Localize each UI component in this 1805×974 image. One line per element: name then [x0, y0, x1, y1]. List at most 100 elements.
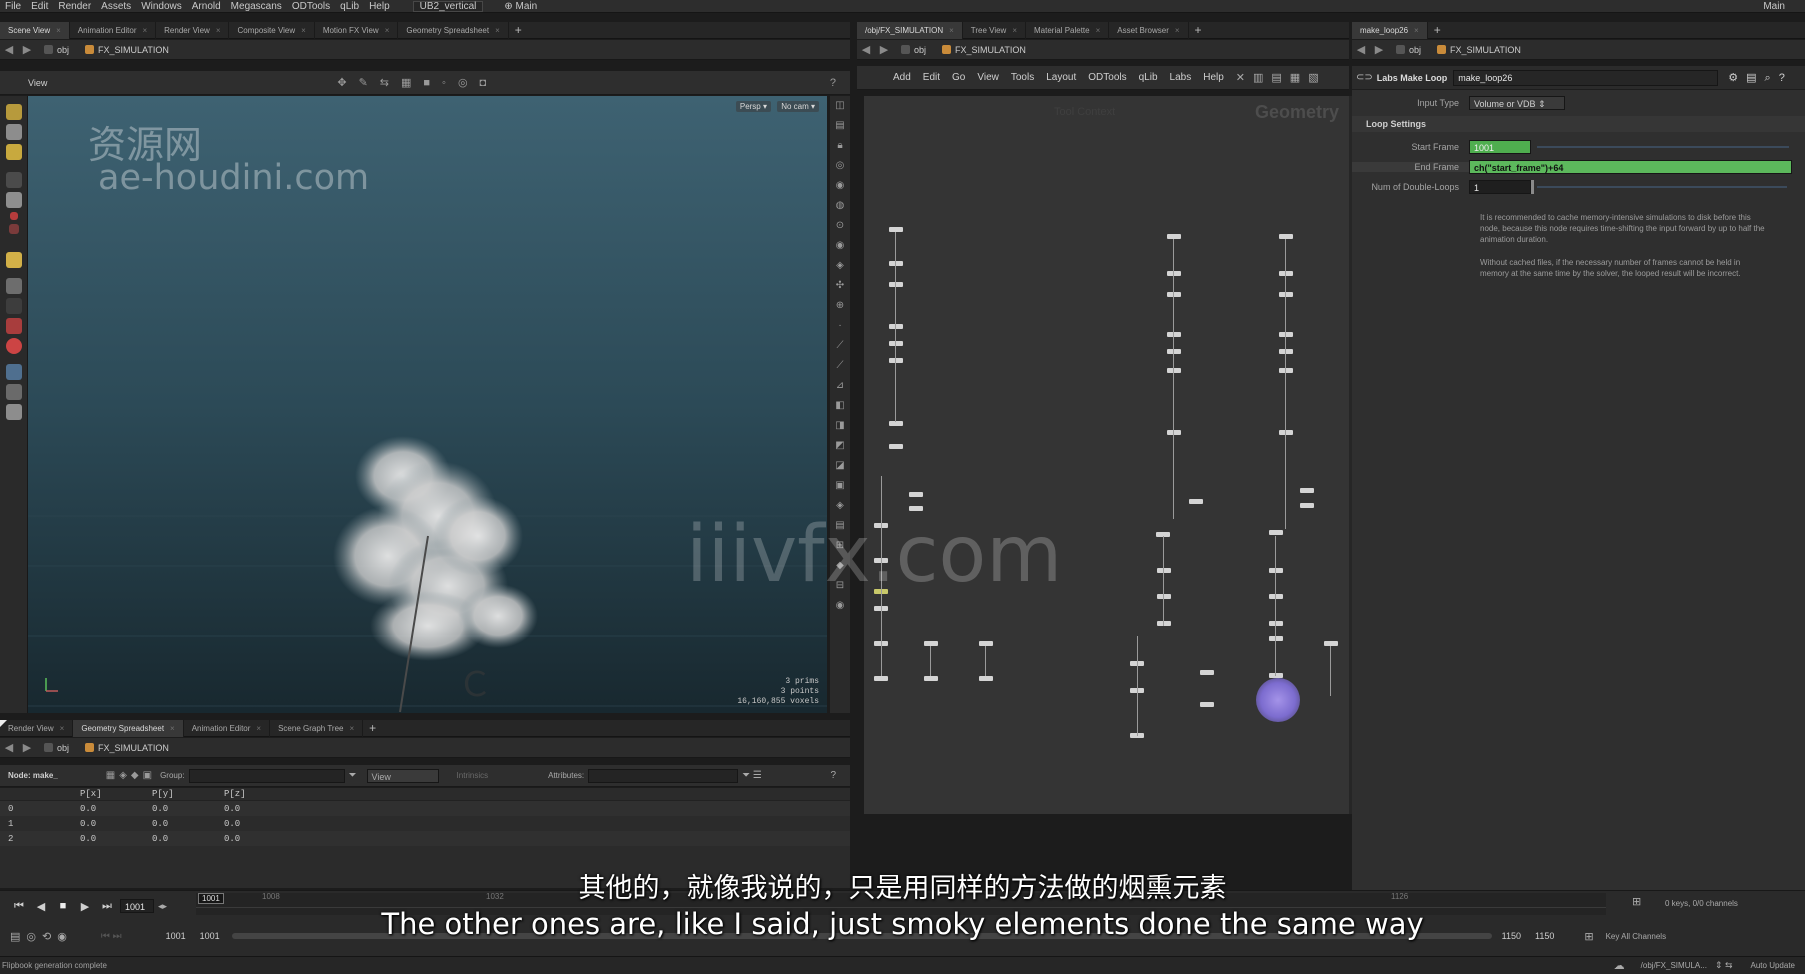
- handle-tool-icon[interactable]: [5, 252, 22, 268]
- network-node[interactable]: [1157, 594, 1171, 599]
- double-loops-field[interactable]: 1: [1469, 180, 1531, 194]
- network-node[interactable]: [1279, 349, 1293, 354]
- tab-material-palette[interactable]: Material Palette ×: [1026, 21, 1110, 39]
- net-menu-add[interactable]: Add: [887, 72, 917, 83]
- path-fx-simulation[interactable]: FX_SIMULATION: [77, 742, 177, 753]
- path-obj[interactable]: obj: [893, 44, 934, 55]
- loop-settings-header[interactable]: Loop Settings: [1352, 116, 1805, 132]
- network-tool-icons[interactable]: ✕▥▤▦▧: [1236, 71, 1327, 84]
- forward-arrow-icon[interactable]: ▶: [18, 43, 36, 56]
- table-row[interactable]: 0 0.0 0.0 0.0: [0, 801, 850, 816]
- cloud-icon[interactable]: ☁: [1614, 959, 1625, 972]
- close-icon[interactable]: ×: [56, 26, 61, 35]
- forward-arrow-icon[interactable]: ▶: [18, 741, 36, 754]
- start-frame-field[interactable]: 1001: [1469, 140, 1531, 154]
- network-node[interactable]: [1279, 292, 1293, 297]
- filter-icon[interactable]: ⏷: [349, 770, 357, 781]
- network-node[interactable]: [1167, 332, 1181, 337]
- menu-render[interactable]: Render: [53, 0, 96, 13]
- network-node[interactable]: [889, 444, 903, 449]
- table-row[interactable]: 2 0.0 0.0 0.0: [0, 831, 850, 846]
- menu-arnold[interactable]: Arnold: [187, 0, 226, 13]
- light-icon[interactable]: [5, 404, 22, 420]
- close-icon[interactable]: ×: [349, 724, 354, 733]
- network-node[interactable]: [1279, 234, 1293, 239]
- main-selector[interactable]: Main: [1763, 0, 1785, 13]
- tab-composite-view[interactable]: Composite View ×: [229, 21, 315, 39]
- node-name-field[interactable]: make_loop26: [1453, 69, 1719, 86]
- network-node[interactable]: [909, 492, 923, 497]
- desk-main[interactable]: ⊕ Main: [499, 0, 542, 13]
- network-node[interactable]: [1300, 503, 1314, 508]
- pose-tool-icon[interactable]: [5, 144, 22, 160]
- camera-menu[interactable]: No cam ▾: [777, 101, 819, 112]
- net-menu-go[interactable]: Go: [946, 72, 971, 83]
- path-obj[interactable]: obj: [36, 44, 77, 55]
- back-arrow-icon[interactable]: ◀: [1352, 43, 1370, 56]
- add-tab-icon[interactable]: +: [509, 22, 528, 39]
- help-icon[interactable]: ?: [830, 770, 836, 781]
- net-menu-view[interactable]: View: [971, 72, 1005, 83]
- magnet-red-icon[interactable]: [5, 338, 22, 354]
- network-node[interactable]: [1157, 621, 1171, 626]
- network-node[interactable]: [1200, 670, 1214, 675]
- record-icon[interactable]: [8, 224, 19, 234]
- network-node[interactable]: [889, 324, 903, 329]
- network-node[interactable]: [1279, 332, 1293, 337]
- path-obj[interactable]: obj: [36, 742, 77, 753]
- network-node[interactable]: [1269, 568, 1283, 573]
- close-icon[interactable]: ×: [1175, 26, 1180, 35]
- add-tab-icon[interactable]: +: [1189, 22, 1208, 39]
- tab-make-loop[interactable]: make_loop26 ×: [1352, 21, 1428, 39]
- network-node[interactable]: [1167, 349, 1181, 354]
- net-menu-tools[interactable]: Tools: [1005, 72, 1040, 83]
- close-icon[interactable]: ×: [1096, 26, 1101, 35]
- transform-tool-icon[interactable]: [5, 124, 22, 140]
- table-row[interactable]: 1 0.0 0.0 0.0: [0, 816, 850, 831]
- status-path[interactable]: /obj/FX_SIMULA...: [1641, 961, 1707, 970]
- menu-assets[interactable]: Assets: [96, 0, 136, 13]
- close-icon[interactable]: ×: [142, 26, 147, 35]
- network-node[interactable]: [979, 676, 993, 681]
- tab-scene-view[interactable]: Scene View ×: [0, 21, 70, 39]
- arrow-tool-icon[interactable]: [5, 172, 22, 188]
- network-node[interactable]: [1269, 594, 1283, 599]
- network-node[interactable]: [1200, 702, 1214, 707]
- network-node[interactable]: [889, 282, 903, 287]
- network-node[interactable]: [924, 676, 938, 681]
- help-icon[interactable]: ?: [830, 77, 836, 89]
- tab-network[interactable]: /obj/FX_SIMULATION ×: [857, 21, 963, 39]
- network-node[interactable]: [1324, 641, 1338, 646]
- tab-render-view[interactable]: Render View ×: [156, 21, 230, 39]
- network-node[interactable]: [1157, 568, 1171, 573]
- intrinsics-label[interactable]: Intrinsics: [457, 771, 489, 780]
- network-node[interactable]: [889, 341, 903, 346]
- network-node[interactable]: [1167, 430, 1181, 435]
- path-arrows-icon[interactable]: ⇕ ⇆: [1715, 960, 1733, 971]
- param-header-icons[interactable]: ⚙▤⌕?: [1728, 71, 1793, 85]
- close-icon[interactable]: ×: [1414, 26, 1419, 35]
- view-label[interactable]: View: [28, 78, 47, 88]
- network-node[interactable]: [979, 641, 993, 646]
- path-fx-simulation[interactable]: FX_SIMULATION: [1429, 44, 1529, 55]
- close-icon[interactable]: ×: [256, 724, 261, 733]
- lock-tool-icon[interactable]: [5, 192, 22, 208]
- network-node[interactable]: [1167, 292, 1181, 297]
- group-field[interactable]: [188, 768, 345, 783]
- network-editor[interactable]: Geometry Tool Context: [864, 96, 1349, 814]
- camera-icon[interactable]: [5, 364, 22, 380]
- auto-update-toggle[interactable]: Auto Update: [1751, 961, 1795, 970]
- network-node[interactable]: [1279, 430, 1293, 435]
- attrib-class-icons[interactable]: ▦◈◆▣: [106, 770, 156, 781]
- tab-render-view[interactable]: Render View ×: [0, 719, 74, 737]
- menu-edit[interactable]: Edit: [26, 0, 53, 13]
- magnet-icon[interactable]: [5, 298, 22, 314]
- network-node[interactable]: [924, 641, 938, 646]
- attributes-field[interactable]: [588, 768, 739, 783]
- tab-motion-fx-view[interactable]: Motion FX View ×: [315, 21, 399, 39]
- menu-file[interactable]: File: [0, 0, 26, 13]
- menu-odtools[interactable]: ODTools: [287, 0, 335, 13]
- menu-qlib[interactable]: qLib: [335, 0, 364, 13]
- forward-arrow-icon[interactable]: ▶: [875, 43, 893, 56]
- tab-scene-graph-tree[interactable]: Scene Graph Tree ×: [270, 719, 364, 737]
